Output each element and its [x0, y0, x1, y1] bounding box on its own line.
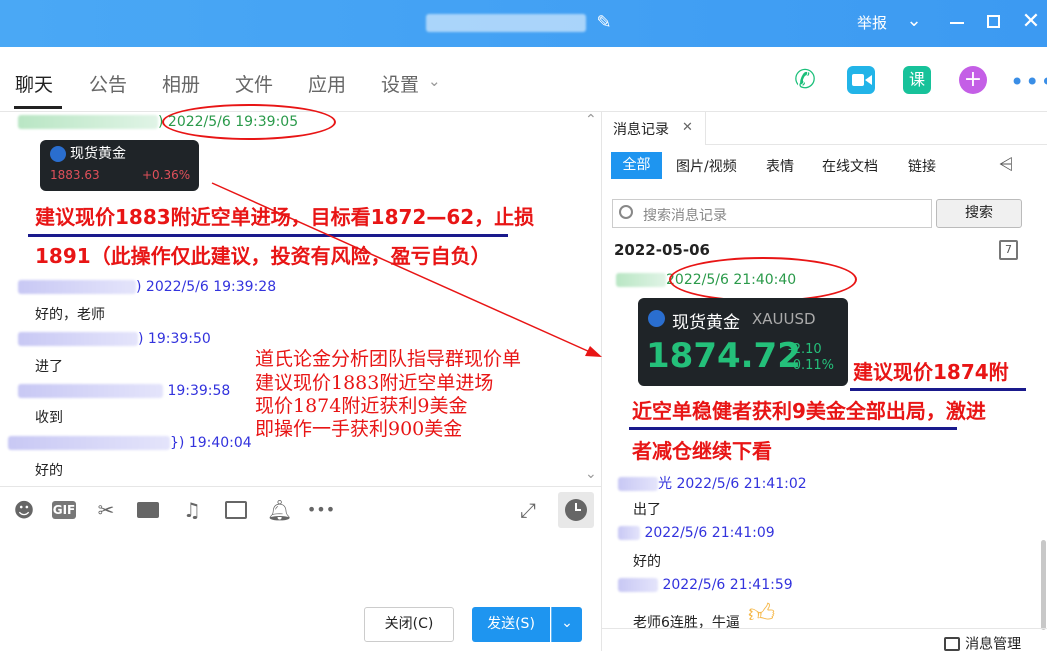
message-text: 好的，老师 — [35, 307, 105, 323]
gif-icon[interactable]: GIF — [52, 501, 76, 519]
send-button[interactable]: 发送(S) — [472, 607, 550, 642]
filter-links[interactable]: 链接 — [908, 156, 936, 176]
stock-change: -2.10 — [788, 342, 822, 357]
message-text: 进了 — [35, 359, 63, 375]
close-chat-button[interactable]: 关闭(C) — [364, 607, 454, 642]
thumbs-up-icon: 👍︎ — [748, 599, 776, 629]
filter-settings-icon[interactable]: ⩤ — [999, 154, 1013, 175]
annotation-line: 道氏论金分析团队指导群现价单 — [255, 348, 522, 370]
message-sender: 2022/5/6 21:41:09 — [618, 525, 775, 541]
advice-right-1: 建议现价1874附 — [853, 360, 1009, 384]
filter-media[interactable]: 图片/视频 — [676, 156, 737, 176]
message-sender: 光 2022/5/6 21:41:02 — [618, 473, 807, 493]
folder-icon[interactable] — [136, 498, 160, 522]
highlight-ellipse — [669, 257, 857, 302]
search-icon — [619, 205, 633, 219]
message-text: 好的 — [35, 463, 63, 479]
annotation-line: 建议现价1883附近空单进场 — [255, 372, 494, 394]
message-sender: 2022/5/6 21:41:59 — [618, 577, 793, 593]
history-clock-button[interactable] — [558, 492, 594, 528]
chart-icon — [648, 310, 665, 327]
stock-percent: -0.11% — [788, 358, 834, 373]
bell-icon[interactable]: 🔔︎ — [267, 498, 292, 522]
advice-right-underline — [629, 427, 957, 430]
message-text: 出了 — [633, 502, 661, 518]
stock-card-large[interactable]: 现货黄金 XAUUSD 1874.72 -2.10 -0.11% — [638, 298, 848, 386]
more-tools-icon[interactable]: ••• — [306, 498, 336, 522]
history-footer-divider — [602, 628, 1047, 629]
history-search-input[interactable]: 搜索消息记录 — [612, 199, 932, 228]
scissors-icon[interactable]: ✂ — [94, 498, 118, 522]
filter-emoji[interactable]: 表情 — [766, 156, 794, 176]
annotation-line: 现价1874附近获利9美金 — [255, 395, 468, 417]
scroll-down-icon[interactable]: ⌄ — [585, 466, 597, 482]
compose-divider — [0, 486, 601, 487]
history-scrollbar[interactable] — [1041, 540, 1046, 630]
emoji-icon[interactable]: ☻ — [12, 498, 36, 522]
message-sender: ) 2022/5/6 19:39:28 — [18, 279, 276, 295]
annotation-arrow — [211, 182, 602, 357]
calendar-icon[interactable]: 7 — [999, 240, 1018, 260]
send-options-button[interactable]: ⌄ — [551, 607, 582, 642]
stock-symbol: XAUUSD — [752, 310, 816, 328]
message-text: 老师6连胜，牛逼 — [633, 615, 740, 631]
message-sender: }) 19:40:04 — [8, 435, 252, 451]
search-placeholder: 搜索消息记录 — [643, 208, 727, 224]
advice-right-2: 近空单稳健者获利9美金全部出局，激进 — [632, 399, 986, 423]
expand-icon[interactable]: ⤢ — [516, 498, 540, 522]
history-title: 消息记录 — [613, 122, 669, 138]
manage-icon — [944, 636, 960, 651]
advice-right-underline — [850, 388, 1026, 391]
message-text: 收到 — [35, 410, 63, 426]
filter-docs[interactable]: 在线文档 — [822, 156, 878, 176]
filter-all[interactable]: 全部 — [611, 152, 662, 179]
advice-right-3: 者减仓继续下看 — [632, 439, 772, 463]
history-tab-divider — [706, 144, 1047, 145]
stock-price: 1874.72 — [646, 336, 801, 376]
search-button[interactable]: 搜索 — [936, 199, 1022, 228]
message-text: 好的 — [633, 554, 661, 570]
history-panel-tab[interactable]: 消息记录 ✕ — [602, 112, 706, 145]
music-icon[interactable]: ♫ — [180, 498, 204, 522]
image-icon[interactable] — [224, 498, 248, 522]
message-sender: 19:39:58 — [18, 383, 230, 399]
stock-name: 现货黄金 — [672, 313, 740, 333]
close-history-icon[interactable]: ✕ — [682, 120, 693, 135]
message-sender: ) 19:39:50 — [18, 331, 211, 347]
annotation-line: 即操作一手获利900美金 — [255, 418, 463, 440]
history-date: 2022-05-06 — [614, 241, 710, 259]
message-manage-button[interactable]: 消息管理 — [944, 633, 1021, 654]
